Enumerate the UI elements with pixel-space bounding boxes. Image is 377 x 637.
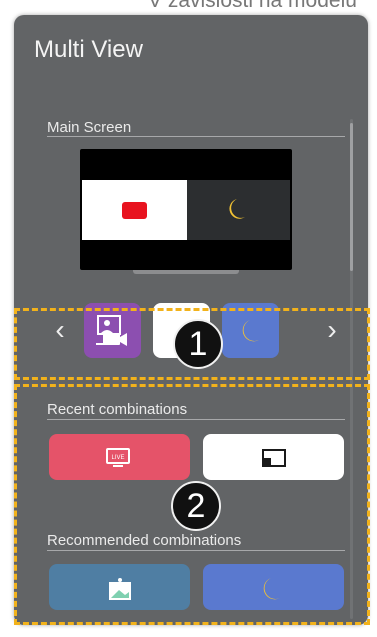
screen: V závislosti na modelu Multi View Main S… xyxy=(0,0,377,637)
moon-icon xyxy=(229,199,245,219)
recent-combinations-label: Recent combinations xyxy=(47,401,188,418)
recent-combination-screen-share[interactable] xyxy=(203,434,344,480)
recent-combination-live[interactable]: LIVE xyxy=(49,434,190,480)
camera-screen-icon xyxy=(96,315,127,346)
moon-icon xyxy=(242,320,259,342)
main-screen-divider xyxy=(47,136,345,137)
callout-badge-1: 1 xyxy=(173,319,223,369)
callout-badge-2: 2 xyxy=(171,481,221,531)
recommended-combination-moon[interactable] xyxy=(203,564,344,610)
moon-app-tile[interactable] xyxy=(222,303,279,358)
recommended-combination-gallery[interactable] xyxy=(49,564,190,610)
main-screen-label: Main Screen xyxy=(47,119,132,136)
youtube-icon xyxy=(122,202,147,219)
recommended-combinations-label: Recommended combinations xyxy=(47,532,242,549)
scrollbar-thumb[interactable] xyxy=(350,123,353,271)
top-caption: V závislosti na modelu xyxy=(148,0,357,12)
carousel-next-button[interactable]: › xyxy=(320,312,344,348)
live-text: LIVE xyxy=(111,455,124,461)
panel-title: Multi View xyxy=(34,36,143,63)
carousel-prev-button[interactable]: ‹ xyxy=(48,312,72,348)
tv-left-screen xyxy=(82,180,187,240)
camera-app-tile[interactable] xyxy=(84,303,141,358)
gallery-icon xyxy=(109,578,131,600)
screen-share-icon xyxy=(262,449,286,467)
tv-stand xyxy=(133,270,239,274)
recommended-combinations-divider xyxy=(47,550,345,551)
tv-preview xyxy=(80,149,292,270)
moon-icon xyxy=(263,578,280,600)
tv-right-screen xyxy=(187,180,290,240)
live-tv-icon: LIVE xyxy=(106,448,130,467)
recent-combinations-divider xyxy=(47,419,345,420)
